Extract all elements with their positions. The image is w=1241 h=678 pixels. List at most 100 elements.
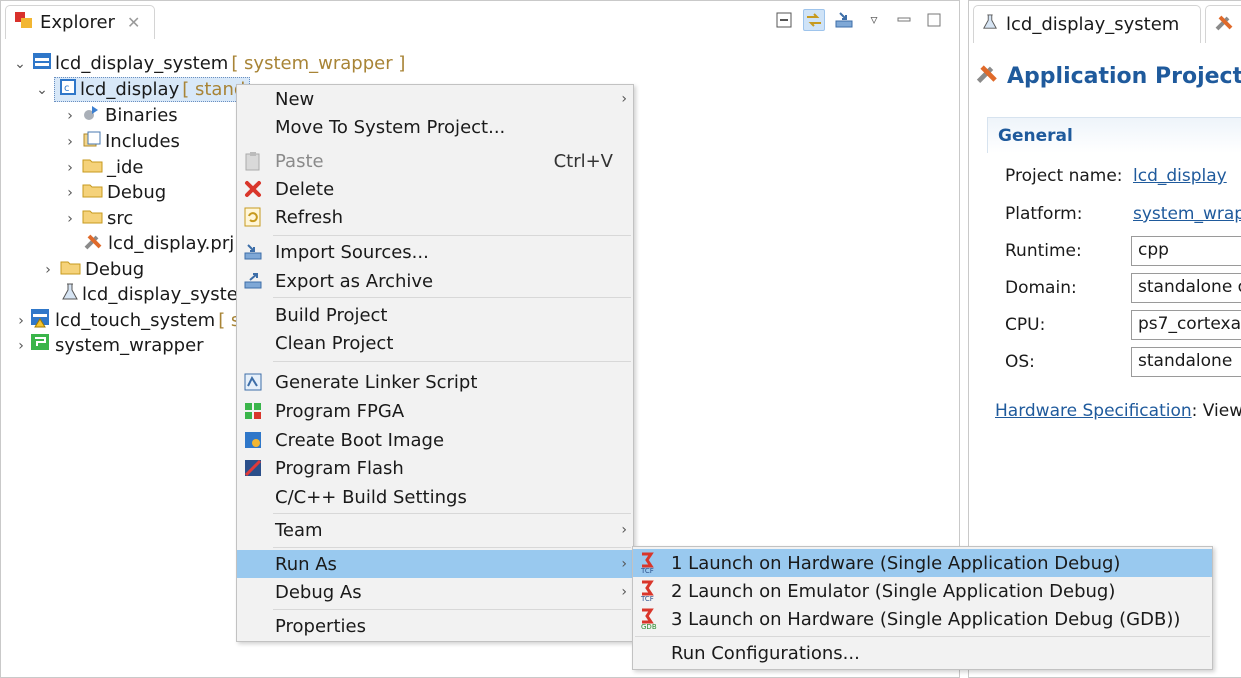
- chevron-right-icon[interactable]: ›: [15, 313, 27, 329]
- menu-item-program-flash[interactable]: Program Flash: [237, 454, 633, 482]
- menu-item-team[interactable]: Team ›: [237, 516, 633, 544]
- menu-item-import-sources[interactable]: Import Sources...: [237, 238, 633, 266]
- section-general[interactable]: General: [987, 117, 1241, 153]
- export-icon: [243, 271, 263, 291]
- includes-icon: [82, 130, 102, 153]
- run-as-submenu: TCF 1 Launch on Hardware (Single Applica…: [632, 546, 1213, 670]
- explorer-tab-label: Explorer: [40, 12, 115, 33]
- svg-text:c: c: [64, 83, 70, 94]
- tree-item-debug-inner[interactable]: › Debug: [61, 180, 166, 205]
- menu-item-generate-linker-script[interactable]: Generate Linker Script: [237, 368, 633, 396]
- menu-item-label: 1 Launch on Hardware (Single Application…: [671, 552, 1121, 574]
- chevron-right-icon[interactable]: ›: [61, 108, 79, 124]
- tree-suffix: [ system_wrapper ]: [231, 53, 406, 74]
- close-icon[interactable]: ✕: [127, 13, 140, 32]
- tree-item-lcd-display[interactable]: ⌄ c lcd_display [ stand: [33, 77, 251, 102]
- tools-icon: [975, 61, 1001, 91]
- menu-item-build-project[interactable]: Build Project: [237, 301, 633, 329]
- link-with-editor-icon[interactable]: [803, 9, 825, 31]
- menu-item-accelerator: Ctrl+V: [553, 150, 613, 172]
- tree-item-lcd-display-system-file[interactable]: lcd_display_syster: [61, 282, 245, 307]
- chevron-right-icon[interactable]: ›: [15, 338, 27, 354]
- system-project-icon: [32, 52, 52, 75]
- menu-item-export-archive[interactable]: Export as Archive: [237, 267, 633, 295]
- paste-icon: [243, 151, 263, 171]
- editor-tab-system[interactable]: lcd_display_system: [973, 5, 1201, 43]
- collapse-all-icon[interactable]: [773, 9, 795, 31]
- page-title: Application Project S: [975, 61, 1241, 91]
- svg-text:TCF: TCF: [640, 595, 654, 602]
- tree-item-src[interactable]: › src: [61, 206, 133, 231]
- binaries-icon: [82, 104, 102, 127]
- runtime-label: Runtime:: [1005, 241, 1082, 261]
- runtime-field: cpp: [1131, 236, 1241, 266]
- hardware-spec-link[interactable]: Hardware Specification: [995, 401, 1192, 421]
- tree-item-includes[interactable]: › Includes: [61, 129, 180, 154]
- tree-item-debug[interactable]: › Debug: [39, 257, 144, 282]
- tree-item-lcd-display-system[interactable]: ⌄ lcd_display_system [ system_wrapper ]: [11, 51, 405, 76]
- submenu-item-launch-hardware-gdb[interactable]: GDB 3 Launch on Hardware (Single Applica…: [633, 605, 1212, 633]
- maximize-icon[interactable]: [923, 9, 945, 31]
- os-label: OS:: [1005, 352, 1035, 372]
- menu-separator: [635, 636, 1210, 637]
- menu-item-clean-project[interactable]: Clean Project: [237, 329, 633, 357]
- tools-icon: [1214, 12, 1236, 37]
- menu-item-debug-as[interactable]: Debug As ›: [237, 578, 633, 606]
- menu-item-properties[interactable]: Properties: [237, 612, 633, 640]
- menu-item-label: 3 Launch on Hardware (Single Application…: [671, 608, 1181, 630]
- platform-link[interactable]: system_wrap: [1133, 204, 1241, 224]
- explorer-tabbar: Explorer ✕ ▿: [1, 1, 959, 39]
- chevron-down-icon[interactable]: ⌄: [33, 82, 51, 98]
- refresh-icon: [243, 207, 263, 227]
- tree-item-binaries[interactable]: › Binaries: [61, 103, 177, 128]
- editor-tab-prj[interactable]: [1205, 5, 1241, 43]
- view-menu-icon[interactable]: ▿: [863, 9, 885, 31]
- tree-item-system-wrapper[interactable]: › system_wrapper: [15, 333, 204, 358]
- folder-icon: [82, 207, 104, 230]
- menu-item-new[interactable]: New ›: [237, 85, 633, 113]
- menu-item-run-as[interactable]: Run As ›: [237, 550, 633, 578]
- explorer-tab[interactable]: Explorer ✕: [5, 5, 155, 39]
- tree-label: lcd_display_syster: [82, 284, 246, 305]
- menu-item-label: Properties: [275, 615, 366, 637]
- tree-label: lcd_touch_system: [55, 310, 216, 331]
- chevron-right-icon[interactable]: ›: [39, 262, 57, 278]
- menu-separator: [273, 361, 631, 362]
- menu-item-build-settings[interactable]: C/C++ Build Settings: [237, 483, 633, 511]
- menu-item-label: 2 Launch on Emulator (Single Application…: [671, 580, 1116, 602]
- menu-item-label: Program Flash: [275, 457, 404, 479]
- menu-item-label: Refresh: [275, 206, 343, 228]
- menu-separator: [273, 513, 631, 514]
- menu-item-paste[interactable]: Paste Ctrl+V: [237, 147, 633, 175]
- submenu-item-launch-emulator[interactable]: TCF 2 Launch on Emulator (Single Applica…: [633, 577, 1212, 605]
- platform-label: Platform:: [1005, 204, 1083, 224]
- chevron-right-icon[interactable]: ›: [61, 185, 79, 201]
- folder-icon: [60, 258, 82, 281]
- chevron-right-icon[interactable]: ›: [61, 134, 79, 150]
- menu-item-label: New: [275, 88, 315, 110]
- submenu-item-launch-hardware[interactable]: TCF 1 Launch on Hardware (Single Applica…: [633, 549, 1212, 577]
- menu-item-move-to-system-project[interactable]: Move To System Project...: [237, 113, 633, 141]
- menu-item-label: Create Boot Image: [275, 429, 445, 451]
- submenu-item-run-configurations[interactable]: Run Configurations...: [633, 639, 1212, 667]
- menu-item-refresh[interactable]: Refresh: [237, 203, 633, 231]
- folder-icon: [82, 156, 104, 179]
- menu-item-delete[interactable]: Delete: [237, 175, 633, 203]
- tree-item-prj-file[interactable]: lcd_display.prj: [83, 231, 234, 256]
- import-icon[interactable]: [833, 9, 855, 31]
- chevron-down-icon[interactable]: ⌄: [11, 56, 29, 72]
- chevron-right-icon: ›: [621, 91, 627, 107]
- chevron-right-icon[interactable]: ›: [61, 211, 79, 227]
- tcf-launch-icon: TCF: [639, 580, 659, 602]
- project-name-link[interactable]: lcd_display: [1133, 166, 1227, 186]
- tools-icon: [83, 231, 105, 256]
- chevron-right-icon[interactable]: ›: [61, 160, 79, 176]
- tree-item-lcd-touch-system[interactable]: › lcd_touch_system [ s: [15, 308, 240, 333]
- delete-icon: [243, 179, 263, 199]
- selected-node[interactable]: c lcd_display [ stand: [54, 77, 251, 102]
- menu-item-create-boot-image[interactable]: Create Boot Image: [237, 426, 633, 454]
- menu-item-program-fpga[interactable]: Program FPGA: [237, 397, 633, 425]
- minimize-icon[interactable]: [893, 9, 915, 31]
- tree-item-ide[interactable]: › _ide: [61, 155, 143, 180]
- explorer-icon: [14, 10, 34, 35]
